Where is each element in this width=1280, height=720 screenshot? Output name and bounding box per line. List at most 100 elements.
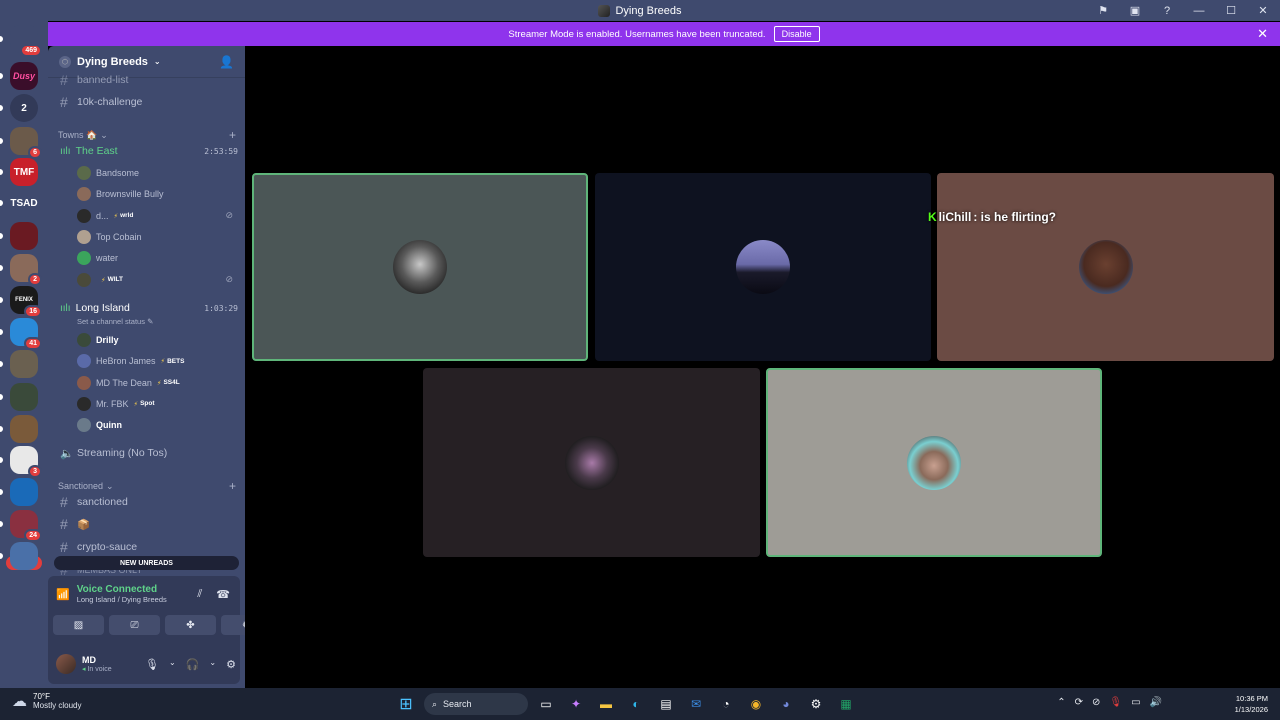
minimize-button[interactable]: — bbox=[1192, 5, 1206, 17]
avatar bbox=[77, 333, 91, 347]
server-icon[interactable]: 6 bbox=[10, 127, 42, 159]
microphone-icon[interactable]: 🎙 bbox=[1109, 697, 1122, 708]
display-icon[interactable]: ▭ bbox=[1131, 697, 1140, 708]
chrome-icon[interactable]: ◉ bbox=[744, 692, 768, 716]
category-sanctioned[interactable]: Sanctioned ⌄ + bbox=[58, 479, 236, 493]
screen-share-icon[interactable]: ▣ bbox=[1128, 4, 1142, 17]
channel-item[interactable]: # crypto-sauce bbox=[56, 537, 238, 557]
close-icon[interactable]: ✕ bbox=[1257, 26, 1268, 42]
weather-widget[interactable]: ☁ 70°F Mostly cloudy bbox=[12, 692, 81, 710]
excel-icon[interactable]: ▦ bbox=[834, 692, 858, 716]
voice-user[interactable]: Top Cobain bbox=[77, 228, 237, 246]
disable-button[interactable]: Disable bbox=[773, 26, 820, 42]
chevron-down-icon[interactable]: ⌄ bbox=[169, 658, 176, 671]
app-icon[interactable]: ◔ bbox=[714, 692, 738, 716]
store-icon[interactable]: ▤ bbox=[654, 692, 678, 716]
activities-button[interactable]: ✤ bbox=[165, 615, 216, 635]
avatar[interactable] bbox=[56, 654, 76, 674]
unread-pill bbox=[0, 426, 3, 432]
discord-icon[interactable]: ◕ bbox=[774, 692, 798, 716]
voice-user[interactable]: Brownsville Bully bbox=[77, 185, 237, 203]
category-towns[interactable]: Towns 🏠 ⌄ + bbox=[58, 128, 236, 142]
signal-icon[interactable]: 📶 bbox=[56, 588, 70, 601]
channel-item[interactable]: # banned-list bbox=[56, 70, 238, 90]
noise-suppression-icon[interactable]: ⫽ bbox=[197, 588, 202, 601]
server-icon[interactable]: 2 bbox=[10, 94, 38, 122]
channel-item[interactable]: #10k-challenge bbox=[56, 92, 238, 112]
task-view-icon[interactable]: ▭ bbox=[534, 692, 558, 716]
channel-item[interactable]: # sanctioned bbox=[56, 492, 238, 512]
windows-start-icon[interactable]: ⊞ bbox=[394, 692, 418, 716]
notification-off-icon[interactable]: ⊘ bbox=[1092, 697, 1100, 708]
voice-user-name: Bandsome bbox=[96, 168, 140, 178]
settings-gear-icon[interactable]: ⚙ bbox=[226, 658, 236, 671]
chevron-down-icon[interactable]: ⌄ bbox=[209, 658, 216, 671]
voice-channel-long-island[interactable]: ıılı Long Island 1:03:29 bbox=[56, 299, 238, 317]
channel-status[interactable]: Set a channel status ✎ bbox=[77, 317, 153, 326]
voice-user[interactable]: Drilly bbox=[77, 331, 237, 349]
new-unreads-pill[interactable]: NEW UNREADS bbox=[54, 556, 239, 570]
voice-user[interactable]: Mr. FBK ⚡ Spot bbox=[77, 395, 237, 413]
voice-user[interactable]: water bbox=[77, 249, 237, 267]
inbox-icon[interactable]: ⚑ bbox=[1096, 4, 1110, 17]
headphones-icon[interactable]: 🎧 bbox=[186, 658, 200, 671]
voice-user[interactable]: HeBron James ⚡ BETS bbox=[77, 352, 237, 370]
server-icon[interactable] bbox=[10, 478, 38, 506]
voice-user[interactable]: MD The Dean ⚡ SS4L bbox=[77, 374, 237, 392]
server-icon[interactable] bbox=[10, 542, 38, 570]
add-channel-icon[interactable]: + bbox=[229, 479, 236, 493]
server-icon[interactable]: 24 bbox=[10, 510, 42, 542]
file-explorer-icon[interactable]: ▬ bbox=[594, 692, 618, 716]
voice-connected-location[interactable]: Long Island / Dying Breeds bbox=[77, 595, 167, 604]
chevron-up-icon[interactable]: ⌃ bbox=[1057, 697, 1065, 708]
voice-user[interactable]: d... ⚡ wrld ⊘ bbox=[77, 207, 237, 225]
hash-icon: # bbox=[60, 94, 68, 110]
help-icon[interactable]: ? bbox=[1160, 5, 1174, 17]
server-icon[interactable] bbox=[10, 415, 38, 443]
server-icon[interactable]: 41 bbox=[10, 318, 42, 350]
server-icon[interactable]: TMF bbox=[10, 158, 38, 186]
add-channel-icon[interactable]: + bbox=[229, 128, 236, 142]
voice-user[interactable]: Quinn bbox=[77, 416, 237, 434]
edge-icon[interactable]: ◐ bbox=[624, 692, 648, 716]
server-icon[interactable]: 3 bbox=[10, 446, 42, 478]
chevron-down-icon: ⌄ bbox=[106, 480, 114, 491]
copilot-icon[interactable]: ✦ bbox=[564, 692, 588, 716]
steam-icon[interactable]: ⚙ bbox=[804, 692, 828, 716]
taskbar-search[interactable]: ⌕ Search bbox=[424, 693, 528, 715]
participant-tile[interactable] bbox=[766, 368, 1102, 557]
mail-icon[interactable]: ✉ bbox=[684, 692, 708, 716]
close-window-button[interactable]: ✕ bbox=[1256, 4, 1270, 17]
maximize-button[interactable]: ☐ bbox=[1224, 4, 1238, 17]
server-icon[interactable]: 2 bbox=[10, 254, 42, 286]
camera-off-button[interactable]: ▨ bbox=[53, 615, 104, 635]
voice-user[interactable]: Bandsome bbox=[77, 164, 237, 182]
server-icon-label: 2 bbox=[21, 102, 27, 114]
voice-channel-the-east[interactable]: ıılı The East 2:53:59 bbox=[56, 142, 238, 160]
participant-tile[interactable] bbox=[252, 173, 588, 361]
clock[interactable]: 10:36 PM 1/13/2026 bbox=[1235, 693, 1268, 715]
channel-item[interactable]: # 📦 bbox=[56, 514, 238, 534]
participant-tile[interactable] bbox=[937, 173, 1274, 361]
windows-taskbar: ☁ 70°F Mostly cloudy ⊞ ⌕ Search ▭ ✦ ▬ ◐ ▤… bbox=[0, 688, 1280, 720]
voice-user[interactable]: ⚡ WILT ⊘ bbox=[77, 271, 237, 289]
server-icon[interactable]: FENIX 16 bbox=[10, 286, 42, 318]
server-icon[interactable]: Dusy bbox=[10, 62, 38, 90]
microphone-icon[interactable]: 🎙 bbox=[145, 658, 159, 671]
volume-icon[interactable]: 🔊 bbox=[1150, 697, 1162, 708]
participant-tile[interactable] bbox=[423, 368, 760, 557]
server-avatar-icon bbox=[598, 4, 611, 17]
unread-pill bbox=[0, 73, 3, 79]
disconnect-icon[interactable]: ☎ bbox=[216, 588, 230, 601]
server-icon[interactable]: TSAD bbox=[10, 189, 38, 217]
user-tag: ⚡ BETS bbox=[161, 357, 185, 366]
voice-channel-streaming[interactable]: 🔈 Streaming (No Tos) bbox=[56, 443, 238, 463]
server-icon[interactable]: 469 bbox=[10, 25, 42, 57]
server-icon[interactable] bbox=[10, 383, 38, 411]
sync-icon[interactable]: ⟳ bbox=[1075, 697, 1083, 708]
server-icon[interactable] bbox=[10, 222, 38, 250]
share-screen-button[interactable]: ⎚ bbox=[109, 615, 160, 635]
participant-tile[interactable] bbox=[595, 173, 931, 361]
server-icon[interactable] bbox=[10, 350, 38, 378]
invite-icon[interactable]: 👤 bbox=[219, 55, 234, 69]
